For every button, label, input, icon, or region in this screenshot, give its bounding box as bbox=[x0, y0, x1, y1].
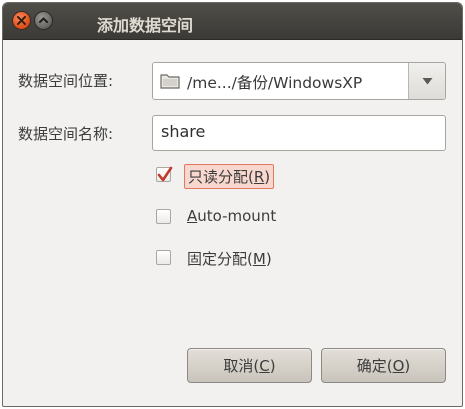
fixed-label: 固定分配(M) bbox=[187, 250, 272, 268]
ok-button[interactable]: 确定(O) bbox=[321, 348, 446, 383]
close-button[interactable] bbox=[12, 11, 31, 30]
location-dropdown-button[interactable] bbox=[409, 63, 445, 99]
name-input[interactable] bbox=[161, 122, 431, 141]
automount-label: Auto-mount bbox=[187, 207, 277, 225]
automount-checkbox-row[interactable]: Auto-mount bbox=[156, 206, 316, 230]
cancel-label: 取消(C) bbox=[223, 357, 276, 375]
name-label: 数据空间名称: bbox=[18, 125, 114, 143]
close-icon bbox=[17, 16, 26, 25]
title-bar[interactable]: 添加数据空间 bbox=[3, 3, 462, 40]
cancel-button[interactable]: 取消(C) bbox=[187, 348, 312, 383]
minimize-button[interactable] bbox=[34, 11, 53, 30]
automount-checkbox[interactable] bbox=[156, 209, 171, 224]
location-file-chooser[interactable]: /me.../备份/WindowsXP bbox=[152, 62, 446, 100]
readonly-checkbox-row[interactable]: 只读分配(R) bbox=[156, 164, 296, 189]
fixed-checkbox[interactable] bbox=[156, 250, 171, 265]
readonly-checkbox[interactable] bbox=[156, 166, 173, 182]
checkmark-icon bbox=[157, 166, 173, 182]
ok-label: 确定(O) bbox=[356, 357, 411, 375]
minimize-icon bbox=[39, 17, 48, 23]
readonly-label: 只读分配(R) bbox=[184, 164, 275, 189]
dialog-window: 添加数据空间 数据空间位置: /me.../备份/WindowsXP 数据空间名… bbox=[2, 2, 463, 407]
location-label: 数据空间位置: bbox=[18, 72, 114, 90]
window-title: 添加数据空间 bbox=[97, 16, 194, 35]
folder-icon bbox=[160, 74, 180, 89]
chevron-down-icon bbox=[422, 78, 433, 85]
location-value: /me.../备份/WindowsXP bbox=[187, 74, 363, 92]
name-field[interactable] bbox=[152, 115, 446, 151]
fixed-checkbox-row[interactable]: 固定分配(M) bbox=[156, 247, 316, 271]
location-selector[interactable]: /me.../备份/WindowsXP bbox=[153, 63, 409, 99]
